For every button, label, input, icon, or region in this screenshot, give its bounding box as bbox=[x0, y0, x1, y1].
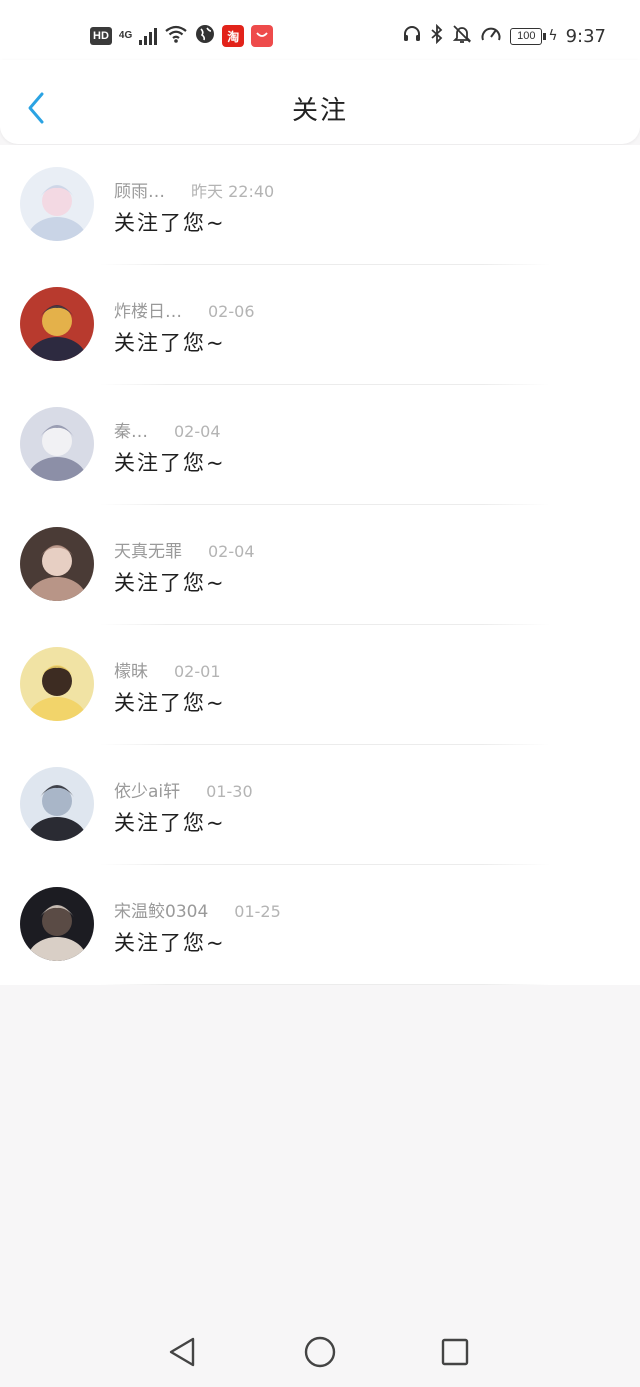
status-bar-left: HD 4G 淘 bbox=[90, 24, 274, 48]
item-meta: 秦… 02-04 bbox=[114, 417, 221, 442]
follow-message: 关注了您~ bbox=[114, 331, 226, 355]
follower-name[interactable]: 秦… bbox=[114, 417, 148, 442]
taobao-app-icon: 淘 bbox=[222, 25, 245, 47]
bluetooth-icon bbox=[430, 23, 444, 48]
follower-name[interactable]: 依少ai轩 bbox=[114, 777, 180, 802]
wifi-icon bbox=[164, 24, 188, 48]
follow-time: 01-25 bbox=[234, 902, 281, 921]
speed-gauge-icon bbox=[480, 24, 502, 48]
follower-name[interactable]: 天真无罪 bbox=[114, 537, 182, 562]
avatar[interactable] bbox=[20, 647, 94, 721]
triangle-back-icon bbox=[169, 1337, 195, 1367]
follow-list: 顾雨… 昨天 22:40 关注了您~ 炸楼日… 02-06 关注了您~ 秦… 0… bbox=[0, 145, 640, 985]
follow-time: 02-06 bbox=[208, 302, 255, 321]
battery-level: 100 bbox=[510, 27, 543, 45]
follow-message: 关注了您~ bbox=[114, 931, 226, 955]
header: 关注 bbox=[0, 60, 640, 144]
avatar[interactable] bbox=[20, 167, 94, 241]
charging-icon: ϟ bbox=[548, 28, 558, 44]
network-type: 4G bbox=[118, 30, 133, 41]
nav-home-button[interactable] bbox=[302, 1334, 338, 1370]
follower-name[interactable]: 顾雨… bbox=[114, 177, 165, 202]
navigation-bar bbox=[0, 1316, 640, 1387]
item-meta: 天真无罪 02-04 bbox=[114, 537, 255, 562]
avatar[interactable] bbox=[20, 527, 94, 601]
headphones-icon bbox=[402, 24, 422, 48]
square-recents-icon bbox=[441, 1338, 469, 1366]
follow-message: 关注了您~ bbox=[114, 211, 226, 235]
avatar[interactable] bbox=[20, 407, 94, 481]
shopping-app-icon bbox=[251, 25, 274, 47]
item-meta: 炸楼日… 02-06 bbox=[114, 297, 255, 322]
follow-message: 关注了您~ bbox=[114, 451, 226, 475]
follow-list-item[interactable]: 炸楼日… 02-06 关注了您~ bbox=[0, 265, 640, 385]
item-meta: 顾雨… 昨天 22:40 bbox=[114, 177, 274, 202]
follow-time: 02-01 bbox=[174, 662, 221, 681]
status-bar-right: 100 ϟ 9:37 bbox=[402, 23, 606, 48]
follower-name[interactable]: 宋温鲛0304 bbox=[114, 897, 208, 922]
follow-list-item[interactable]: 秦… 02-04 关注了您~ bbox=[0, 385, 640, 505]
divider bbox=[100, 984, 550, 985]
item-meta: 檬昧 02-01 bbox=[114, 657, 221, 682]
follower-name[interactable]: 檬昧 bbox=[114, 657, 148, 682]
globe-icon bbox=[195, 24, 215, 48]
page-title: 关注 bbox=[291, 96, 348, 126]
item-meta: 宋温鲛0304 01-25 bbox=[114, 897, 281, 922]
avatar[interactable] bbox=[20, 767, 94, 841]
nav-back-button[interactable] bbox=[164, 1334, 200, 1370]
item-meta: 依少ai轩 01-30 bbox=[114, 777, 253, 802]
follow-time: 02-04 bbox=[174, 422, 221, 441]
follower-name[interactable]: 炸楼日… bbox=[114, 297, 182, 322]
hd-badge: HD bbox=[90, 27, 112, 45]
follow-list-item[interactable]: 依少ai轩 01-30 关注了您~ bbox=[0, 745, 640, 865]
follow-time: 01-30 bbox=[206, 782, 253, 801]
battery-icon: 100 ϟ bbox=[510, 27, 558, 45]
clock: 9:37 bbox=[565, 25, 606, 47]
circle-home-icon bbox=[304, 1336, 336, 1368]
nav-recents-button[interactable] bbox=[437, 1334, 473, 1370]
follow-message: 关注了您~ bbox=[114, 571, 226, 595]
follow-list-item[interactable]: 檬昧 02-01 关注了您~ bbox=[0, 625, 640, 745]
follow-time: 昨天 22:40 bbox=[191, 182, 275, 201]
signal-icon bbox=[139, 27, 158, 45]
follow-message: 关注了您~ bbox=[114, 811, 226, 835]
follow-message: 关注了您~ bbox=[114, 691, 226, 715]
follow-list-item[interactable]: 顾雨… 昨天 22:40 关注了您~ bbox=[0, 145, 640, 265]
follow-list-item[interactable]: 天真无罪 02-04 关注了您~ bbox=[0, 505, 640, 625]
follow-time: 02-04 bbox=[208, 542, 255, 561]
follow-list-item[interactable]: 宋温鲛0304 01-25 关注了您~ bbox=[0, 865, 640, 985]
avatar[interactable] bbox=[20, 887, 94, 961]
avatar[interactable] bbox=[20, 287, 94, 361]
mute-bell-icon bbox=[452, 24, 472, 48]
